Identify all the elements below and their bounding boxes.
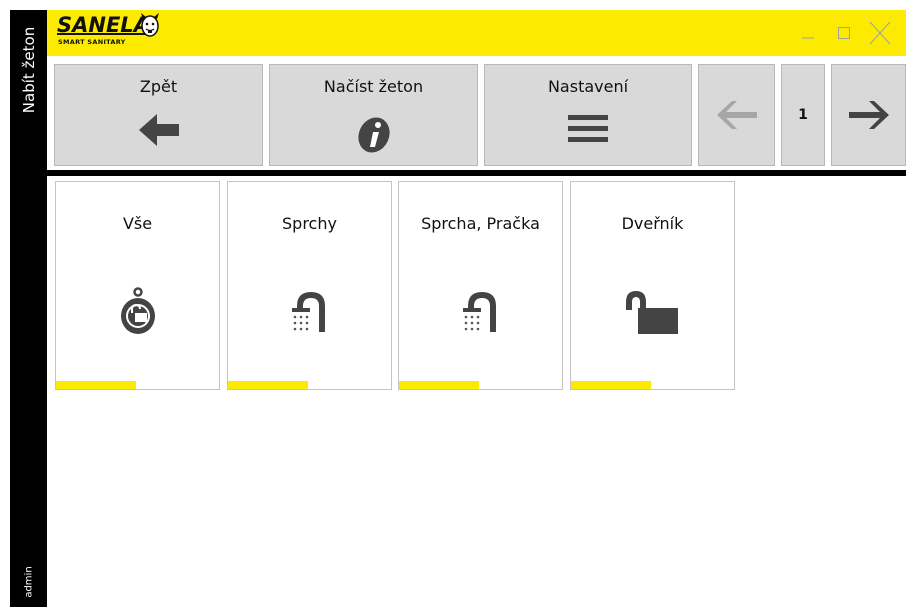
maximize-button[interactable]	[826, 18, 862, 48]
tile-label: Sprchy	[282, 214, 337, 233]
tile-label: Vše	[122, 214, 153, 233]
title-bar: SANELA SMART SANITARY	[47, 10, 906, 56]
window-controls	[790, 18, 898, 48]
maximize-icon	[838, 27, 850, 39]
tile-shower-washer[interactable]: Sprcha, Pračka	[398, 181, 563, 390]
menu-icon	[568, 115, 608, 142]
minimize-button[interactable]	[790, 18, 826, 48]
next-page-button[interactable]	[831, 64, 906, 166]
close-icon	[869, 21, 891, 45]
sidebar: Nabít žeton admin	[10, 10, 47, 607]
arrow-left-icon	[138, 114, 179, 146]
close-button[interactable]	[862, 18, 898, 48]
sidebar-title: Nabít žeton	[10, 10, 47, 130]
tile-progress-bar	[399, 381, 479, 389]
user-name: admin	[23, 566, 34, 598]
sidebar-title-text: Nabít žeton	[19, 26, 38, 114]
back-button-label: Zpět	[139, 77, 178, 96]
tile-door-opener[interactable]: Dveřník	[570, 181, 735, 390]
load-token-label: Načíst žeton	[323, 77, 424, 96]
key-fob-icon	[120, 287, 155, 334]
tile-progress-bar	[56, 381, 136, 389]
minimize-icon	[802, 37, 814, 39]
unlock-icon	[625, 291, 678, 334]
settings-button[interactable]: Nastavení	[484, 64, 692, 166]
shower-icon	[462, 292, 496, 332]
tile-progress-bar	[228, 381, 308, 389]
divider	[47, 170, 906, 176]
page-number: 1	[781, 64, 825, 166]
tile-all[interactable]: Vše	[55, 181, 220, 390]
sidebar-user: admin	[10, 557, 47, 607]
page-number-text: 1	[798, 107, 808, 123]
brand-logo: SANELA SMART SANITARY	[57, 13, 167, 53]
brand-tagline: SMART SANITARY	[58, 38, 126, 46]
shower-icon	[291, 292, 325, 332]
back-button[interactable]: Zpět	[54, 64, 263, 166]
settings-label: Nastavení	[547, 77, 629, 96]
tile-label: Sprcha, Pračka	[421, 214, 540, 233]
load-token-button[interactable]: Načíst žeton	[269, 64, 478, 166]
mascot-icon	[141, 13, 159, 37]
tile-showers[interactable]: Sprchy	[227, 181, 392, 390]
arrow-right-icon	[848, 101, 889, 129]
brand-name: SANELA	[57, 13, 150, 37]
arrow-left-icon	[716, 101, 757, 129]
tile-label: Dveřník	[621, 214, 684, 233]
tile-progress-bar	[571, 381, 651, 389]
previous-page-button[interactable]	[698, 64, 775, 166]
info-icon	[357, 117, 390, 153]
